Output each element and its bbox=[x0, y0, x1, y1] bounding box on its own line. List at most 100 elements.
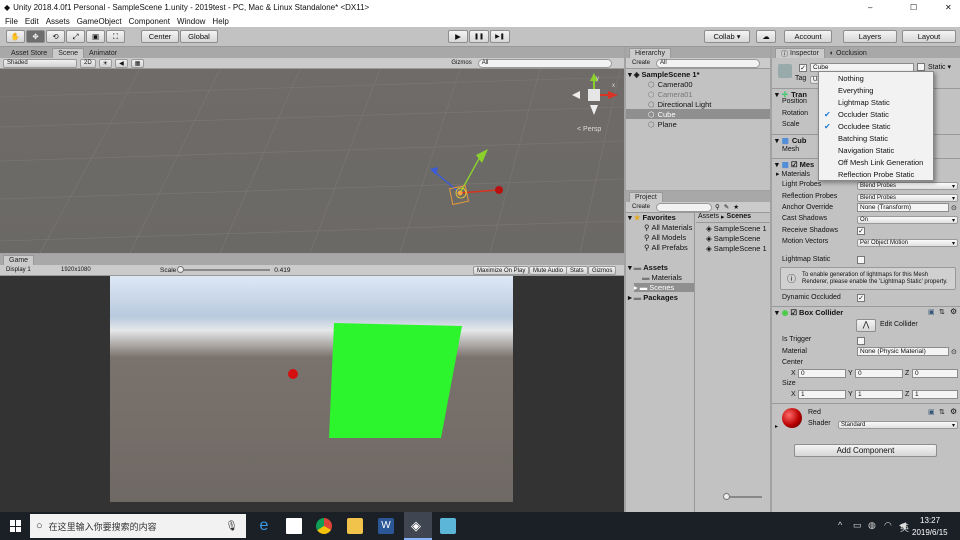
assets-folder[interactable]: ▾ ▬ Assets bbox=[628, 263, 668, 272]
pivot-center-button[interactable]: Center bbox=[141, 30, 179, 43]
static-menu-item[interactable]: Nothing bbox=[819, 72, 933, 84]
fav-item-models[interactable]: ⚲ All Models bbox=[644, 233, 686, 242]
tab-project[interactable]: Project bbox=[629, 192, 663, 202]
favorites-folder[interactable]: ▾ ★ Favorites bbox=[628, 213, 676, 222]
center-x-field[interactable]: 0 bbox=[798, 369, 846, 378]
step-button[interactable]: ▶❚ bbox=[490, 30, 510, 43]
expand-arrow-icon[interactable]: ▾ bbox=[775, 160, 779, 169]
static-menu-item[interactable]: Batching Static bbox=[819, 132, 933, 144]
physic-material-field[interactable]: None (Physic Material) bbox=[857, 347, 949, 356]
static-menu-item[interactable]: Reflection Probe Static bbox=[819, 168, 933, 180]
icon-size-slider[interactable] bbox=[723, 493, 762, 500]
static-checkbox[interactable] bbox=[917, 63, 925, 71]
expand-arrow-icon[interactable]: ▾ bbox=[775, 90, 779, 99]
center-z-field[interactable]: 0 bbox=[912, 369, 958, 378]
maximize-button[interactable]: ☐ bbox=[910, 3, 917, 12]
material-help-icon[interactable]: ▣ bbox=[928, 408, 935, 416]
stats-toggle[interactable]: Stats bbox=[566, 266, 588, 275]
scene-gizmo-axis[interactable]: y x bbox=[572, 71, 622, 121]
project-create-dropdown[interactable]: Create bbox=[629, 203, 653, 212]
play-button[interactable]: ▶ bbox=[448, 30, 468, 43]
expand-arrow-icon[interactable]: ▾ bbox=[628, 263, 632, 272]
shading-mode-dropdown[interactable]: Shaded bbox=[3, 58, 77, 68]
wifi-icon[interactable]: ◠ bbox=[884, 520, 892, 531]
global-space-button[interactable]: Global bbox=[180, 30, 218, 43]
layers-dropdown[interactable]: Layers bbox=[843, 30, 897, 43]
scene-search-input[interactable]: All bbox=[477, 58, 612, 68]
materials-foldout[interactable]: ▸ Materials bbox=[776, 170, 810, 179]
hand-tool-button[interactable]: ✋ bbox=[6, 30, 25, 43]
folder-materials[interactable]: ▬ Materials bbox=[642, 273, 682, 282]
settings-gear-icon[interactable]: ⚙ bbox=[950, 307, 957, 316]
active-checkbox[interactable]: ✓ bbox=[799, 64, 807, 72]
pause-button[interactable]: ❚❚ bbox=[469, 30, 489, 43]
resolution-dropdown[interactable]: 1920x1080 bbox=[58, 266, 154, 275]
menu-gameobject[interactable]: GameObject bbox=[77, 17, 122, 26]
tab-occlusion[interactable]: ◐ Occlusion bbox=[825, 48, 872, 58]
menu-file[interactable]: File bbox=[5, 17, 18, 26]
unity-taskbar-active[interactable]: ◈ bbox=[404, 512, 432, 540]
edit-collider-button[interactable]: ⋀ bbox=[856, 319, 876, 332]
file-explorer-icon[interactable] bbox=[347, 518, 363, 534]
star-filter-icon[interactable]: ★ bbox=[733, 203, 739, 211]
ime-label[interactable]: 英 bbox=[900, 521, 909, 534]
object-picker-icon[interactable]: ⊙ bbox=[951, 204, 957, 212]
receive-shadows-checkbox[interactable]: ✓ bbox=[857, 227, 865, 235]
anchor-override-field[interactable]: None (Transform) bbox=[857, 203, 949, 212]
menu-window[interactable]: Window bbox=[177, 17, 205, 26]
center-y-field[interactable]: 0 bbox=[855, 369, 903, 378]
effects-dropdown-icon[interactable]: ▦ bbox=[130, 58, 145, 68]
tab-scene[interactable]: Scene bbox=[52, 48, 85, 58]
hierarchy-search-input[interactable]: All bbox=[656, 58, 761, 68]
move-tool-button[interactable]: ✥ bbox=[26, 30, 45, 43]
rotate-tool-button[interactable]: ⟲ bbox=[46, 30, 65, 43]
scale-tool-button[interactable]: ⤢ bbox=[66, 30, 85, 43]
renderer-enabled-checkbox[interactable]: ☑ bbox=[791, 160, 798, 169]
game-gizmos-dropdown[interactable]: Gizmos bbox=[588, 266, 617, 275]
hierarchy-item-camera00[interactable]: ⬡ Camera00 bbox=[648, 79, 693, 89]
size-z-field[interactable]: 1 bbox=[912, 390, 958, 399]
scene-root-item[interactable]: ▾ ◈ SampleScene 1* bbox=[628, 69, 700, 79]
close-button[interactable]: ✕ bbox=[945, 3, 952, 12]
hierarchy-item-light[interactable]: ⬡ Directional Light bbox=[648, 99, 711, 109]
layout-dropdown[interactable]: Layout bbox=[902, 30, 956, 43]
is-trigger-checkbox[interactable] bbox=[857, 337, 865, 345]
reflection-probes-dropdown[interactable]: Blend Probes bbox=[857, 194, 958, 202]
tray-icon-a[interactable]: ▭ bbox=[853, 520, 862, 531]
persp-label[interactable]: < Persp bbox=[577, 126, 601, 133]
menu-help[interactable]: Help bbox=[212, 17, 228, 26]
static-menu-item[interactable]: Navigation Static bbox=[819, 144, 933, 156]
size-x-field[interactable]: 1 bbox=[798, 390, 846, 399]
display-dropdown[interactable]: Display 1 bbox=[3, 266, 55, 275]
file-scene[interactable]: ◈ SampleScene bbox=[706, 234, 760, 243]
file-scene-1[interactable]: ◈ SampleScene 1 bbox=[706, 224, 767, 233]
breadcrumb-assets[interactable]: Assets bbox=[698, 213, 719, 222]
tab-hierarchy[interactable]: Hierarchy bbox=[629, 48, 671, 58]
add-component-button[interactable]: Add Component bbox=[794, 444, 937, 457]
project-divider[interactable] bbox=[694, 213, 695, 512]
folder-scenes[interactable]: ▸ ▬ Scenes bbox=[634, 283, 694, 292]
static-menu-item[interactable]: Lightmap Static bbox=[819, 96, 933, 108]
expand-arrow-icon[interactable]: ▾ bbox=[775, 136, 779, 145]
menu-assets[interactable]: Assets bbox=[46, 17, 70, 26]
tab-asset-store[interactable]: Asset Store bbox=[6, 48, 52, 58]
game-viewport[interactable] bbox=[0, 276, 624, 512]
app-icon[interactable] bbox=[440, 518, 456, 534]
filter-label-icon[interactable]: ✎ bbox=[724, 203, 729, 211]
scale-slider-thumb[interactable] bbox=[177, 266, 185, 273]
material-presets-icon[interactable]: ⇅ bbox=[939, 408, 945, 416]
collider-enabled-checkbox[interactable]: ☑ bbox=[790, 308, 797, 317]
taskbar-search-box[interactable]: ○ 在这里输入你要搜索的内容 🎙 bbox=[30, 514, 246, 538]
project-search-input[interactable] bbox=[656, 202, 713, 212]
menu-component[interactable]: Component bbox=[129, 17, 170, 26]
size-y-field[interactable]: 1 bbox=[855, 390, 903, 399]
transform-tool-button[interactable]: ⛶ bbox=[106, 30, 125, 43]
audio-toggle-icon[interactable]: ◀ bbox=[115, 58, 128, 68]
gizmos-dropdown[interactable]: Gizmos bbox=[448, 59, 474, 68]
fav-item-prefabs[interactable]: ⚲ All Prefabs bbox=[644, 243, 688, 252]
cloud-icon[interactable]: ☁ bbox=[756, 30, 776, 43]
expand-arrow-icon[interactable]: ▸ bbox=[776, 170, 780, 178]
edge-browser-icon[interactable]: e bbox=[256, 518, 272, 534]
scene-viewport[interactable]: y x < Persp bbox=[0, 69, 624, 253]
expand-arrow-icon[interactable]: ▾ bbox=[628, 213, 632, 222]
